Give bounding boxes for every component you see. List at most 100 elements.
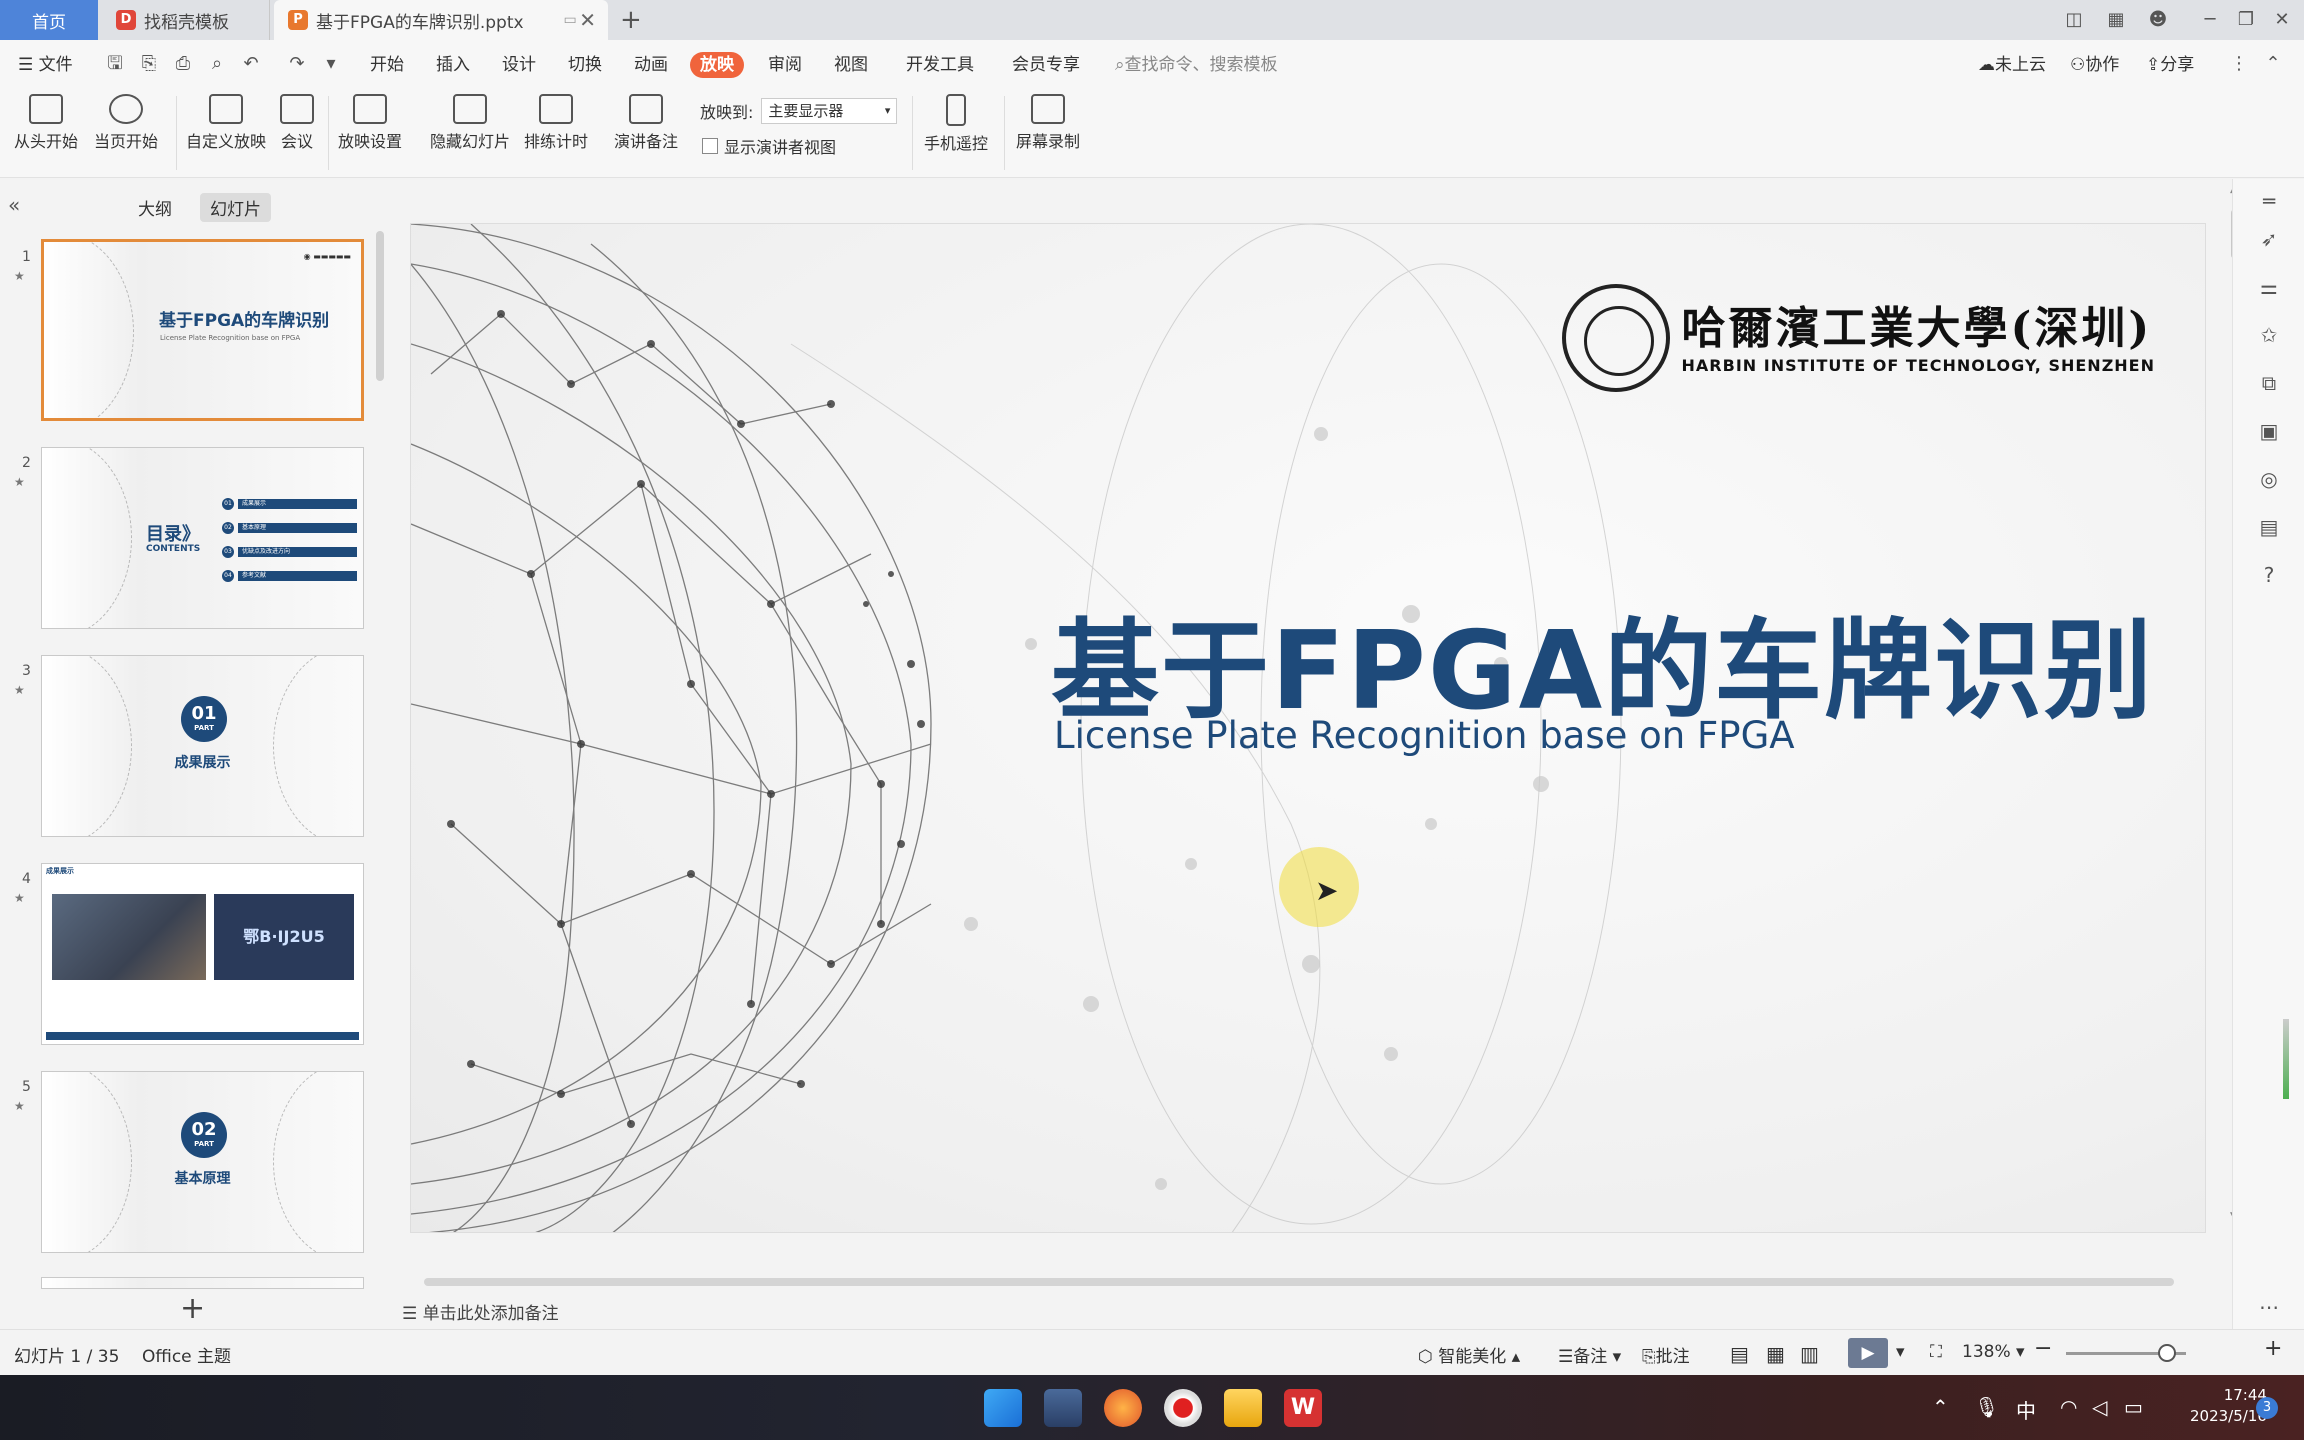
slides-icon[interactable]: ⧉ (2257, 371, 2281, 395)
menu-insert[interactable]: 插入 (436, 52, 470, 78)
slide-thumbnail-5[interactable]: 02 PART 基本原理 (41, 1071, 364, 1253)
screen-record-button[interactable]: 屏幕录制 (1016, 94, 1080, 152)
help-icon[interactable]: ? (2257, 563, 2281, 587)
input-method[interactable]: 中 (2016, 1395, 2036, 1424)
compass-icon[interactable]: ◎ (2257, 467, 2281, 491)
zoom-out-icon[interactable]: − (2034, 1336, 2052, 1361)
menu-animation[interactable]: 动画 (634, 52, 668, 78)
restore-icon[interactable]: ❐ (2226, 0, 2266, 40)
play-from-current-button[interactable]: 当页开始 (94, 94, 158, 152)
minimize-icon[interactable]: ─ (2190, 0, 2230, 40)
zoom-level[interactable]: 138% ▾ (1962, 1342, 2025, 1362)
show-settings-button[interactable]: 放映设置 (338, 94, 402, 152)
new-tab-button[interactable]: + (620, 0, 642, 40)
menu-slideshow[interactable]: 放映 (690, 52, 744, 78)
menu-view[interactable]: 视图 (834, 52, 868, 78)
volume-icon[interactable]: ◁ (2092, 1395, 2107, 1419)
slide-subtitle[interactable]: License Plate Recognition base on FPGA (1054, 714, 1795, 757)
battery-icon[interactable]: ▭ (2124, 1395, 2143, 1419)
notes-toggle[interactable]: ☰备注 ▾ (1558, 1342, 1621, 1367)
close-tab-icon[interactable]: ✕ (579, 8, 596, 32)
slide-thumbnail-3[interactable]: 01 PART 成果展示 (41, 655, 364, 837)
close-window-icon[interactable]: ✕ (2262, 0, 2302, 40)
meeting-button[interactable]: 会议 (280, 94, 314, 152)
comment-button[interactable]: ⎘批注 (1642, 1342, 1690, 1367)
pin-star-icon[interactable]: ✩ (2257, 323, 2281, 347)
menu-start[interactable]: 开始 (370, 52, 404, 78)
presenter-view-toggle[interactable]: 显示演讲者视图 (702, 134, 836, 158)
wps-office-icon[interactable]: W (1284, 1389, 1322, 1427)
play-from-start-button[interactable]: 从头开始 (14, 94, 78, 152)
command-search[interactable]: ⌕查找命令、搜索模板 (1115, 52, 1278, 78)
export-icon[interactable]: ⎘ (138, 53, 160, 75)
zoom-slider-handle[interactable] (2158, 1344, 2176, 1362)
print-preview-icon[interactable]: ⌕ (206, 53, 228, 75)
rocket-icon[interactable]: ➶ (2257, 227, 2281, 251)
tab-outline[interactable]: 大纲 (128, 193, 182, 222)
horizontal-scroll-thumb[interactable] (424, 1278, 2174, 1286)
collapse-panel-icon[interactable]: « (8, 193, 20, 217)
notification-badge[interactable]: 3 (2256, 1397, 2278, 1419)
menu-member[interactable]: 会员专享 (1012, 52, 1080, 78)
menu-transition[interactable]: 切换 (568, 52, 602, 78)
reading-view-icon[interactable]: ▥ (1800, 1342, 1819, 1366)
panel-scrollbar[interactable] (376, 231, 384, 381)
speaker-notes-button[interactable]: 演讲备注 (614, 94, 678, 152)
apps-grid-icon[interactable]: ▦ (2096, 0, 2136, 40)
drag-handle-icon[interactable]: ═ (2257, 189, 2281, 213)
photos-icon[interactable] (1044, 1389, 1082, 1427)
smart-beautify-button[interactable]: ⬡ 智能美化 ▴ (1418, 1342, 1520, 1367)
more-icon[interactable]: ⋯ (2257, 1295, 2281, 1319)
tray-expand-icon[interactable]: ⌃ (1932, 1395, 1949, 1419)
tab-home[interactable]: 首页 (0, 0, 98, 40)
redo-icon[interactable]: ↷ (286, 53, 308, 75)
play-slideshow-button[interactable]: ▶ (1848, 1338, 1888, 1368)
wifi-icon[interactable]: ◠ (2060, 1395, 2077, 1419)
horizontal-scrollbar[interactable] (400, 1275, 2210, 1289)
pin-icon[interactable]: ▭ (564, 12, 577, 28)
sliders-icon[interactable]: ⚌ (2257, 275, 2281, 299)
image-icon[interactable]: ▣ (2257, 419, 2281, 443)
sorter-view-icon[interactable]: ▦ (1766, 1342, 1785, 1366)
collab-button[interactable]: ⚇协作 (2070, 52, 2119, 78)
firefox-icon[interactable] (1104, 1389, 1142, 1427)
cloud-status[interactable]: ☁未上云 (1978, 52, 2046, 78)
notes-area[interactable]: ☰ 单击此处添加备注 (402, 1299, 559, 1324)
slide-thumbnail-1[interactable]: ◉ ▬▬▬▬▬ 基于FPGA的车牌识别 License Plate Recogn… (41, 239, 364, 421)
save-icon[interactable]: 🖫 (104, 53, 126, 75)
more-options-icon[interactable]: ⋮ (2228, 53, 2250, 75)
share-button[interactable]: ⇪分享 (2146, 52, 2194, 78)
slide-thumbnail-2[interactable]: 目录》 CONTENTS 01 成果展示 02 基本原理 03 优缺点及改进方向 04… (41, 447, 364, 629)
file-menu[interactable]: ☰ 文件 (18, 52, 73, 78)
zoom-in-icon[interactable]: + (2264, 1336, 2282, 1361)
tab-document[interactable]: P 基于FPGA的车牌识别.pptx ▭ ✕ (274, 0, 608, 40)
quick-access-dropdown-icon[interactable]: ▾ (320, 53, 342, 75)
screen-recorder-icon[interactable] (1164, 1389, 1202, 1427)
avatar[interactable]: ☻ (2138, 0, 2178, 40)
menu-developer[interactable]: 开发工具 (906, 52, 974, 78)
layout-icon[interactable]: ◫ (2054, 0, 2094, 40)
slide-canvas[interactable]: 哈爾濱工業大學(深圳) HARBIN INSTITUTE OF TECHNOLO… (410, 223, 2206, 1233)
file-explorer-icon[interactable] (1224, 1389, 1262, 1427)
hide-slide-button[interactable]: 隐藏幻灯片 (430, 94, 510, 152)
custom-show-button[interactable]: 自定义放映 (186, 94, 266, 152)
slide-thumbnail-4[interactable]: 成果展示 鄂B·IJ2U5 (41, 863, 364, 1045)
add-slide-button[interactable]: + (180, 1291, 205, 1326)
tab-slides[interactable]: 幻灯片 (200, 193, 271, 222)
rehearse-timing-button[interactable]: 排练计时 (524, 94, 588, 152)
play-options-dropdown-icon[interactable]: ▾ (1896, 1342, 1905, 1362)
windows-start-icon[interactable] (984, 1389, 1022, 1427)
fit-window-icon[interactable]: ⛶ (1930, 1342, 1942, 1362)
play-to-select[interactable]: 主要显示器 ▾ (761, 98, 898, 124)
undo-icon[interactable]: ↶ (240, 53, 262, 75)
book-icon[interactable]: ▤ (2257, 515, 2281, 539)
collapse-ribbon-icon[interactable]: ⌃ (2262, 53, 2284, 75)
microphone-icon[interactable]: 🎙 (1974, 1395, 1999, 1419)
menu-design[interactable]: 设计 (502, 52, 536, 78)
tab-template[interactable]: D 找稻壳模板 (100, 0, 270, 40)
phone-remote-button[interactable]: 手机遥控 (924, 94, 988, 154)
slide-thumbnail-6[interactable] (41, 1277, 364, 1289)
print-icon[interactable]: ⎙ (172, 53, 194, 75)
menu-review[interactable]: 审阅 (768, 52, 802, 78)
presenter-view-checkbox[interactable] (702, 138, 718, 154)
